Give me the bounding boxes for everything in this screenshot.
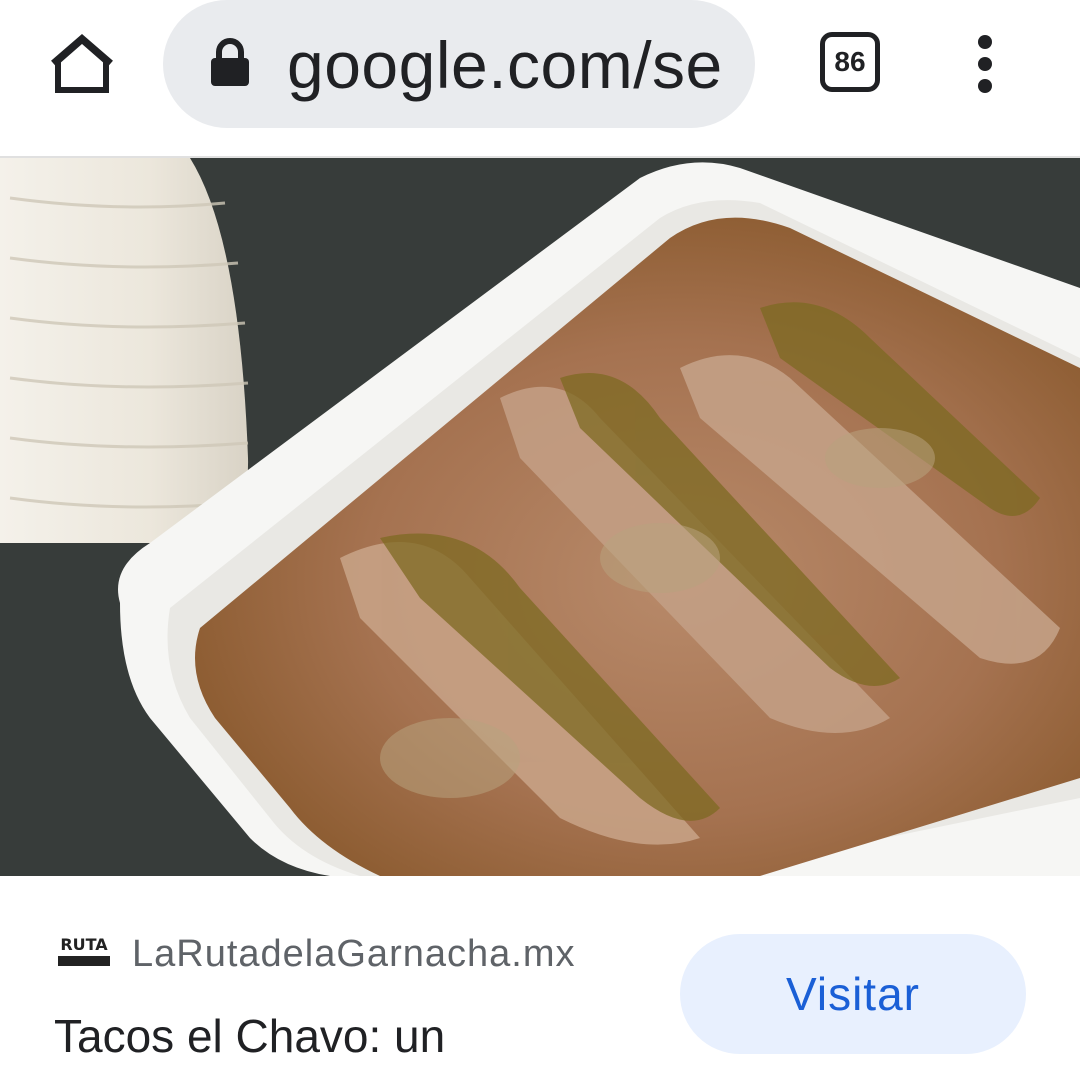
tab-switcher-button[interactable]: 86 (820, 32, 880, 92)
browser-toolbar: google.com/se 86 (0, 0, 1080, 158)
url-text[interactable]: google.com/se (287, 22, 732, 108)
visit-button[interactable]: Visitar (680, 934, 1026, 1054)
result-title[interactable]: Tacos el Chavo: un (54, 1006, 445, 1066)
result-source[interactable]: LaRutadelaGarnacha.mx (132, 928, 575, 980)
result-image[interactable] (0, 158, 1080, 876)
home-button[interactable] (44, 26, 120, 102)
more-vert-icon (978, 35, 992, 49)
site-favicon: RUTA (52, 930, 116, 974)
home-icon (51, 34, 113, 93)
more-menu-button[interactable] (960, 26, 1010, 102)
food-photo (0, 158, 1080, 876)
svg-text:RUTA: RUTA (60, 935, 108, 954)
lock-icon (211, 38, 249, 86)
